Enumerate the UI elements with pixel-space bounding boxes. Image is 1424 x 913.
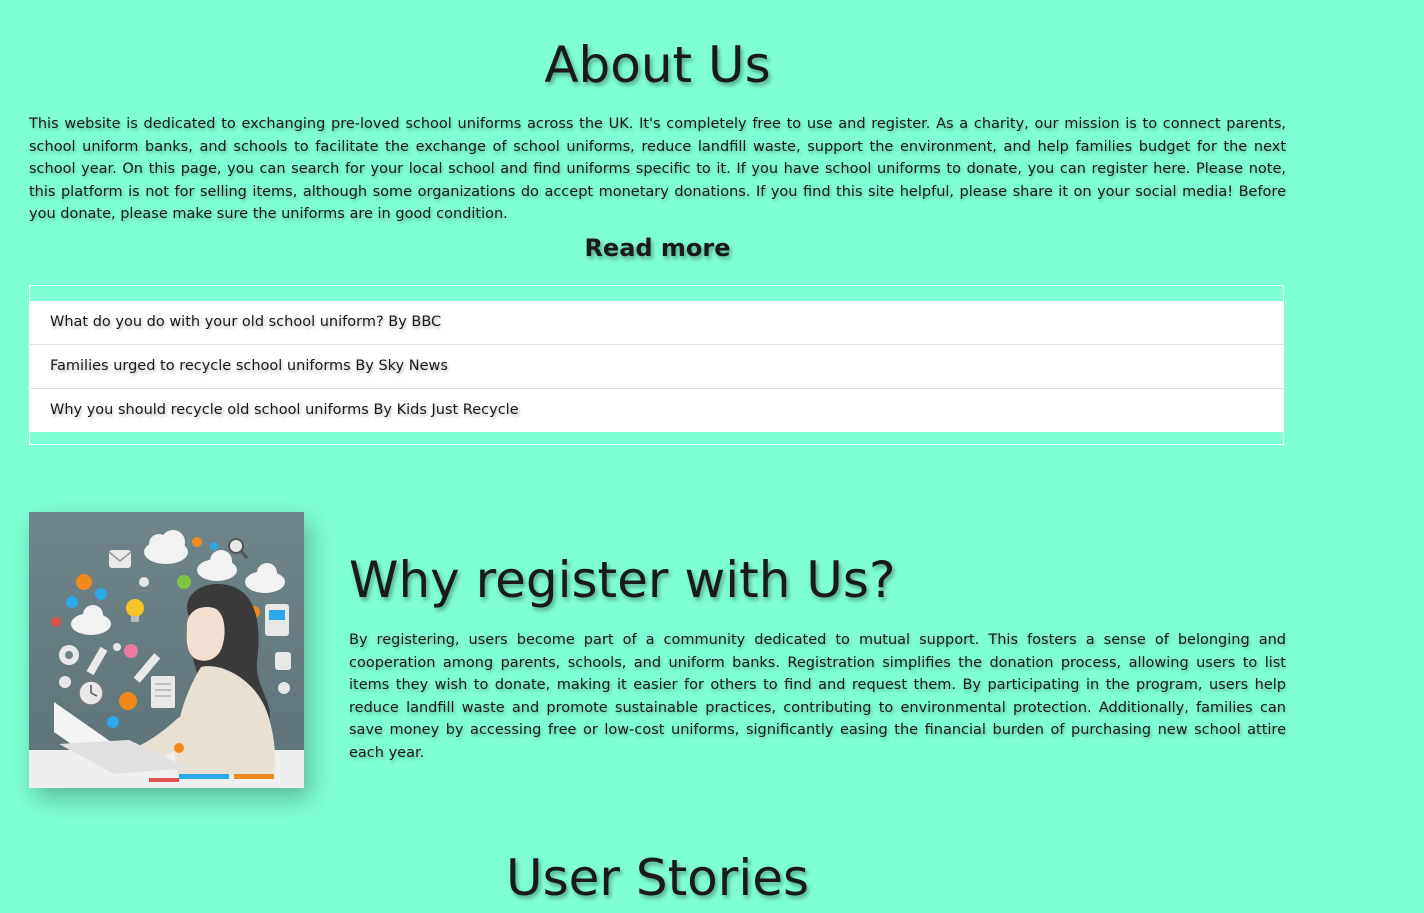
about-text: This website is dedicated to exchanging … bbox=[29, 116, 1286, 222]
why-register-title: Why register with Us? bbox=[349, 551, 896, 609]
read-more-link-kids-just-recycle[interactable]: Why you should recycle old school unifor… bbox=[30, 389, 1283, 432]
read-more-list-container: What do you do with your old school unif… bbox=[29, 285, 1284, 445]
about-title: About Us bbox=[544, 36, 771, 94]
read-more-list: What do you do with your old school unif… bbox=[30, 301, 1283, 432]
read-more-title: Read more bbox=[584, 234, 731, 262]
read-more-link-sky-news[interactable]: Families urged to recycle school uniform… bbox=[30, 345, 1283, 389]
why-register-text: By registering, users become part of a c… bbox=[349, 632, 1286, 761]
feature-illustration bbox=[29, 512, 304, 788]
read-more-link-bbc[interactable]: What do you do with your old school unif… bbox=[30, 301, 1283, 345]
user-stories-title: User Stories bbox=[505, 849, 810, 907]
